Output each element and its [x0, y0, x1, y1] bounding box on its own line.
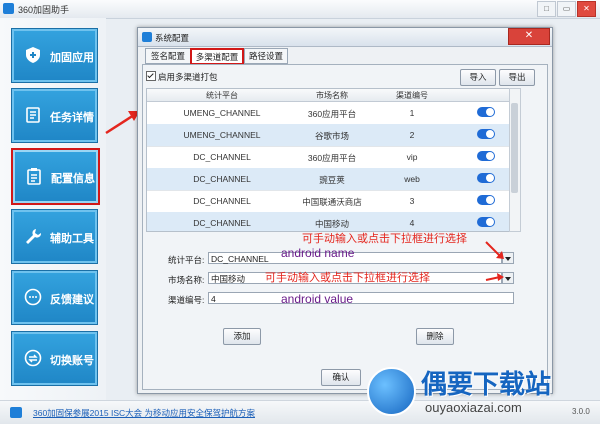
cell-platform: UMENG_CHANNEL [183, 130, 261, 140]
dialog-title-bar: 系统配置 ✕ [138, 28, 552, 47]
table-row[interactable]: DC_CHANNEL 中国联通沃商店 3 [147, 190, 511, 213]
dialog-close-button[interactable]: ✕ [508, 28, 550, 45]
annotation-arrows [485, 241, 504, 281]
confirm-button[interactable]: 确认 [321, 369, 361, 386]
watermark-logo-icon [367, 367, 416, 416]
table-row[interactable]: DC_CHANNEL 360应用平台 vip [147, 146, 511, 169]
platform-label: 统计平台: [168, 255, 205, 265]
cell-code: 1 [409, 108, 415, 118]
dialog-title: 系统配置 [155, 33, 190, 43]
sidebar-item-label: 反馈建议 [50, 294, 94, 306]
cell-platform: DC_CHANNEL [193, 196, 251, 206]
news-link[interactable]: 360加固保参展2015 ISC大会 为移动应用安全保驾护航方案 [33, 407, 255, 419]
tab-path-settings[interactable]: 路径设置 [244, 48, 288, 64]
table-row[interactable]: UMENG_CHANNEL 360应用平台 1 [147, 102, 511, 125]
enable-multichannel-label: 启用多渠道打包 [158, 72, 218, 82]
sidebar-item-label: 任务详情 [50, 112, 94, 124]
sidebar: 加固应用 任务详情 配置信息 辅助工具 反馈建议 切换账号 [0, 18, 106, 400]
cell-code: 3 [409, 196, 415, 206]
app-logo-icon [3, 3, 14, 14]
table-header: 统计平台 市场名称 渠道编号 [147, 89, 511, 102]
cell-code: 4 [409, 218, 415, 228]
dialog-app-icon [142, 32, 152, 42]
shield-plus-icon [26, 47, 40, 63]
sidebar-item-label: 配置信息 [51, 173, 95, 185]
cell-platform: DC_CHANNEL [193, 174, 251, 184]
column-header-platform: 统计平台 [206, 91, 238, 100]
cell-market: 360应用平台 [307, 153, 357, 163]
table-scrollbar[interactable] [509, 88, 521, 232]
row-enable-toggle[interactable] [477, 107, 495, 117]
annotation-hint-platform: 可手动输入或点击下拉框进行选择 [302, 233, 467, 245]
sidebar-item-task-details[interactable]: 任务详情 [11, 88, 98, 143]
market-label: 市场名称: [168, 275, 205, 285]
delete-button[interactable]: 删除 [416, 328, 454, 345]
cell-platform: DC_CHANNEL [193, 218, 251, 228]
restore-button[interactable]: □ [537, 1, 556, 17]
toggle-knob [486, 152, 494, 160]
watermark-title: 偶要下载站 [421, 369, 552, 399]
annotation-android-name: android name [281, 246, 355, 260]
toggle-knob [486, 218, 494, 226]
sidebar-item-harden-app[interactable]: 加固应用 [11, 28, 98, 83]
row-enable-toggle[interactable] [477, 173, 495, 183]
close-button[interactable]: ✕ [577, 1, 596, 17]
row-enable-toggle[interactable] [477, 195, 495, 205]
site-watermark: 偶要下载站 ouyaoxiazai.com [367, 364, 600, 422]
chat-bubble-icon [24, 288, 42, 306]
sidebar-item-label: 加固应用 [50, 52, 94, 64]
cell-market: 360应用平台 [307, 109, 357, 119]
watermark-url: ouyaoxiazai.com [425, 400, 522, 415]
cell-code: 2 [409, 130, 415, 140]
toggle-knob [486, 130, 494, 138]
row-enable-toggle[interactable] [477, 129, 495, 139]
minimize-button[interactable]: ▭ [557, 1, 576, 17]
channel-table: 统计平台 市场名称 渠道编号 UMENG_CHANNEL 360应用平台 1 U… [146, 88, 512, 232]
main-title-bar: 360加固助手 □ ▭ ✕ [0, 0, 600, 19]
toggle-knob [486, 108, 494, 116]
toggle-knob [486, 174, 494, 182]
cell-platform: DC_CHANNEL [193, 152, 251, 162]
table-row[interactable]: UMENG_CHANNEL 谷歌市场 2 [147, 124, 511, 147]
column-header-market: 市场名称 [316, 91, 348, 100]
export-button[interactable]: 导出 [499, 69, 535, 86]
system-config-dialog: 系统配置 ✕ 签名配置 多渠道配置 路径设置 启用多渠道打包 导入 导出 统计平… [137, 27, 553, 394]
row-enable-toggle[interactable] [477, 217, 495, 227]
import-button[interactable]: 导入 [460, 69, 496, 86]
sidebar-item-label: 辅助工具 [50, 233, 94, 245]
switch-account-icon [24, 349, 42, 367]
column-header-code: 渠道编号 [396, 91, 428, 100]
platform-combobox[interactable]: DC_CHANNEL [208, 252, 502, 264]
cell-code: vip [406, 152, 418, 162]
sidebar-item-tools[interactable]: 辅助工具 [11, 209, 98, 264]
cell-market: 豌豆荚 [319, 175, 345, 185]
cell-market: 谷歌市场 [314, 131, 349, 141]
toggle-knob [486, 196, 494, 204]
code-input[interactable]: 4 [208, 292, 514, 304]
sidebar-item-switch-account[interactable]: 切换账号 [11, 331, 98, 386]
sidebar-item-label: 切换账号 [50, 355, 94, 367]
scroll-icon [26, 107, 40, 123]
table-row[interactable]: DC_CHANNEL 豌豆荚 web [147, 168, 511, 191]
annotation-android-value: android value [281, 292, 354, 306]
tab-multi-channel-config[interactable]: 多渠道配置 [190, 48, 244, 65]
table-row[interactable]: DC_CHANNEL 中国移动 4 [147, 212, 511, 231]
add-button[interactable]: 添加 [223, 328, 261, 345]
sidebar-item-config-info[interactable]: 配置信息 [11, 148, 100, 205]
cell-platform: UMENG_CHANNEL [183, 108, 261, 118]
speaker-icon [10, 407, 22, 418]
clipboard-icon [27, 168, 41, 185]
enable-multichannel-checkbox[interactable] [146, 71, 156, 81]
scrollbar-thumb[interactable] [511, 103, 518, 193]
cell-market: 中国联通沃商店 [302, 197, 362, 207]
cell-market: 中国移动 [314, 219, 349, 229]
app-title: 360加固助手 [18, 5, 70, 15]
annotation-hint-market: 可手动输入或点击下拉框进行选择 [265, 272, 430, 284]
cell-code: web [404, 174, 420, 184]
row-enable-toggle[interactable] [477, 151, 495, 161]
code-label: 渠道编号: [168, 295, 205, 305]
wrench-icon [26, 229, 42, 244]
tab-signature-config[interactable]: 签名配置 [145, 48, 191, 64]
sidebar-item-feedback[interactable]: 反馈建议 [11, 270, 98, 325]
